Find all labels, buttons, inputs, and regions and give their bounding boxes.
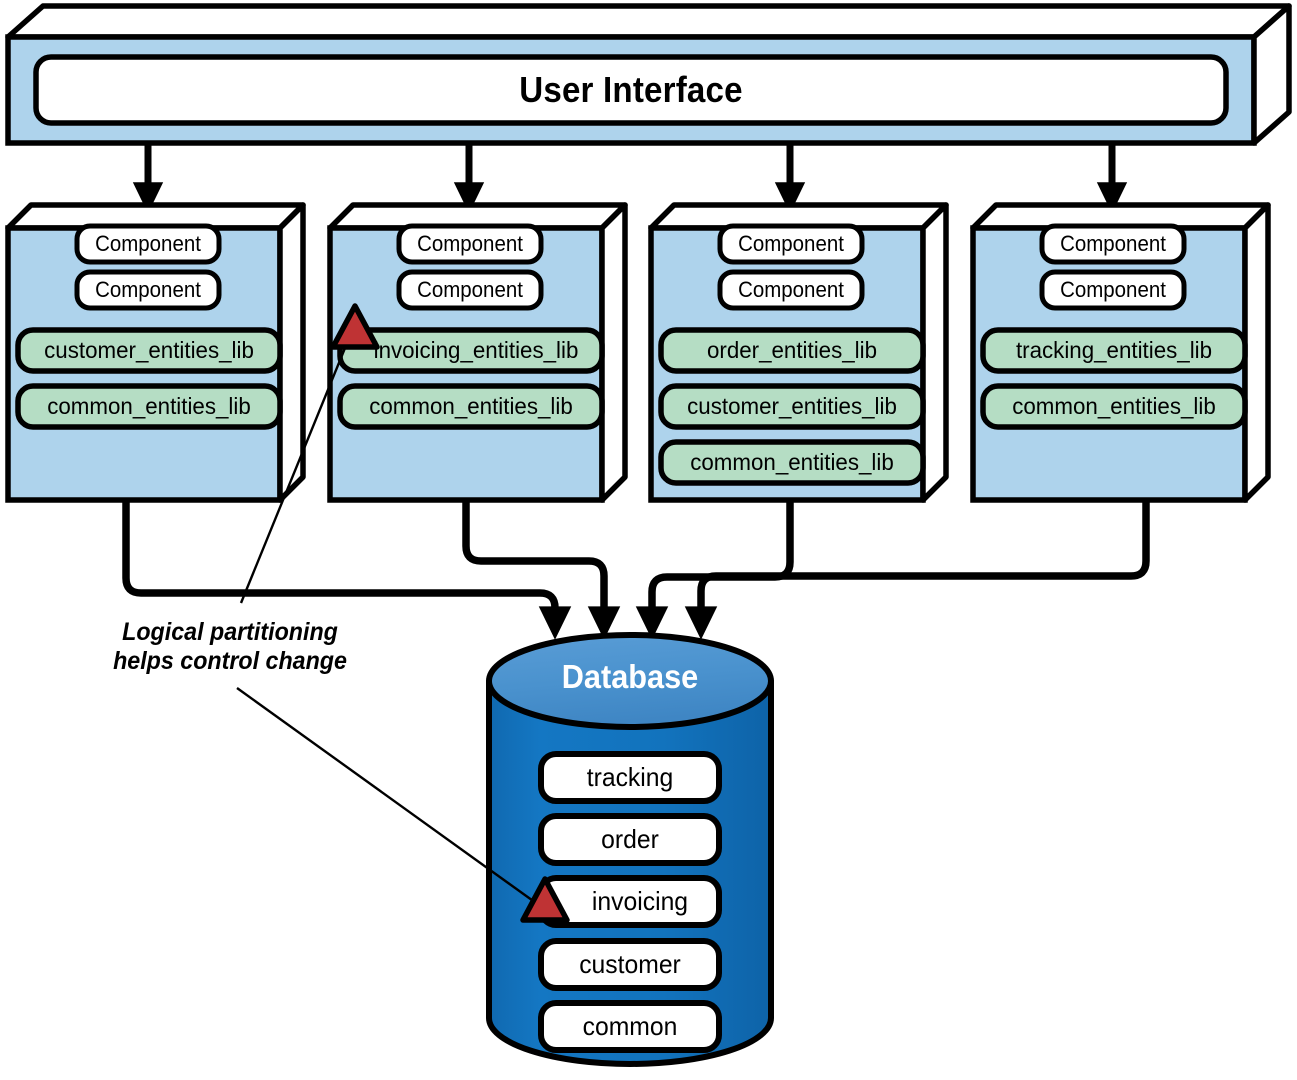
user-interface-layer[interactable]	[5, 3, 1292, 146]
service-1-library-1[interactable]	[15, 327, 283, 374]
service-3-component-1[interactable]	[717, 223, 865, 265]
database-partition-2[interactable]	[538, 813, 722, 866]
database-partition-1[interactable]	[538, 751, 722, 804]
service-box-2[interactable]	[327, 202, 628, 503]
database-partition-5[interactable]	[538, 1000, 722, 1053]
service-3-library-3[interactable]	[658, 439, 926, 486]
service-4-right-face	[1242, 202, 1271, 503]
service-2-library-1[interactable]	[337, 327, 605, 374]
service-1-right-face	[277, 202, 306, 503]
service-1-library-2[interactable]	[15, 383, 283, 430]
service-1-component-2[interactable]	[74, 269, 222, 311]
diagram-vector-layer	[5, 3, 1292, 1067]
database-partition-4[interactable]	[538, 938, 722, 991]
connector-service-4-to-db	[684, 500, 1150, 640]
connector-service-3-to-db	[635, 500, 794, 640]
service-3-library-2[interactable]	[658, 383, 926, 430]
service-box-4[interactable]	[970, 202, 1271, 503]
service-box-1[interactable]	[5, 202, 306, 503]
service-4-library-2[interactable]	[980, 383, 1248, 430]
service-1-component-1[interactable]	[74, 223, 222, 265]
service-to-database-connectors	[122, 500, 1150, 640]
service-3-right-face	[920, 202, 949, 503]
ui-to-service-arrows	[132, 143, 1128, 214]
service-2-right-face	[599, 202, 628, 503]
service-2-library-2[interactable]	[337, 383, 605, 430]
ui-top-face	[5, 3, 1292, 40]
service-4-component-2[interactable]	[1039, 269, 1187, 311]
service-3-component-2[interactable]	[717, 269, 865, 311]
diagram-canvas: User Interface Component Component custo…	[0, 0, 1297, 1080]
ui-inner-panel	[33, 54, 1229, 126]
service-3-library-1[interactable]	[658, 327, 926, 374]
service-4-component-1[interactable]	[1039, 223, 1187, 265]
service-2-component-2[interactable]	[396, 269, 544, 311]
connector-service-2-to-db	[462, 500, 621, 640]
service-box-3[interactable]	[648, 202, 949, 503]
database-cylinder[interactable]	[486, 632, 774, 1067]
service-2-component-1[interactable]	[396, 223, 544, 265]
service-4-library-1[interactable]	[980, 327, 1248, 374]
database-top-ellipse	[486, 632, 774, 730]
